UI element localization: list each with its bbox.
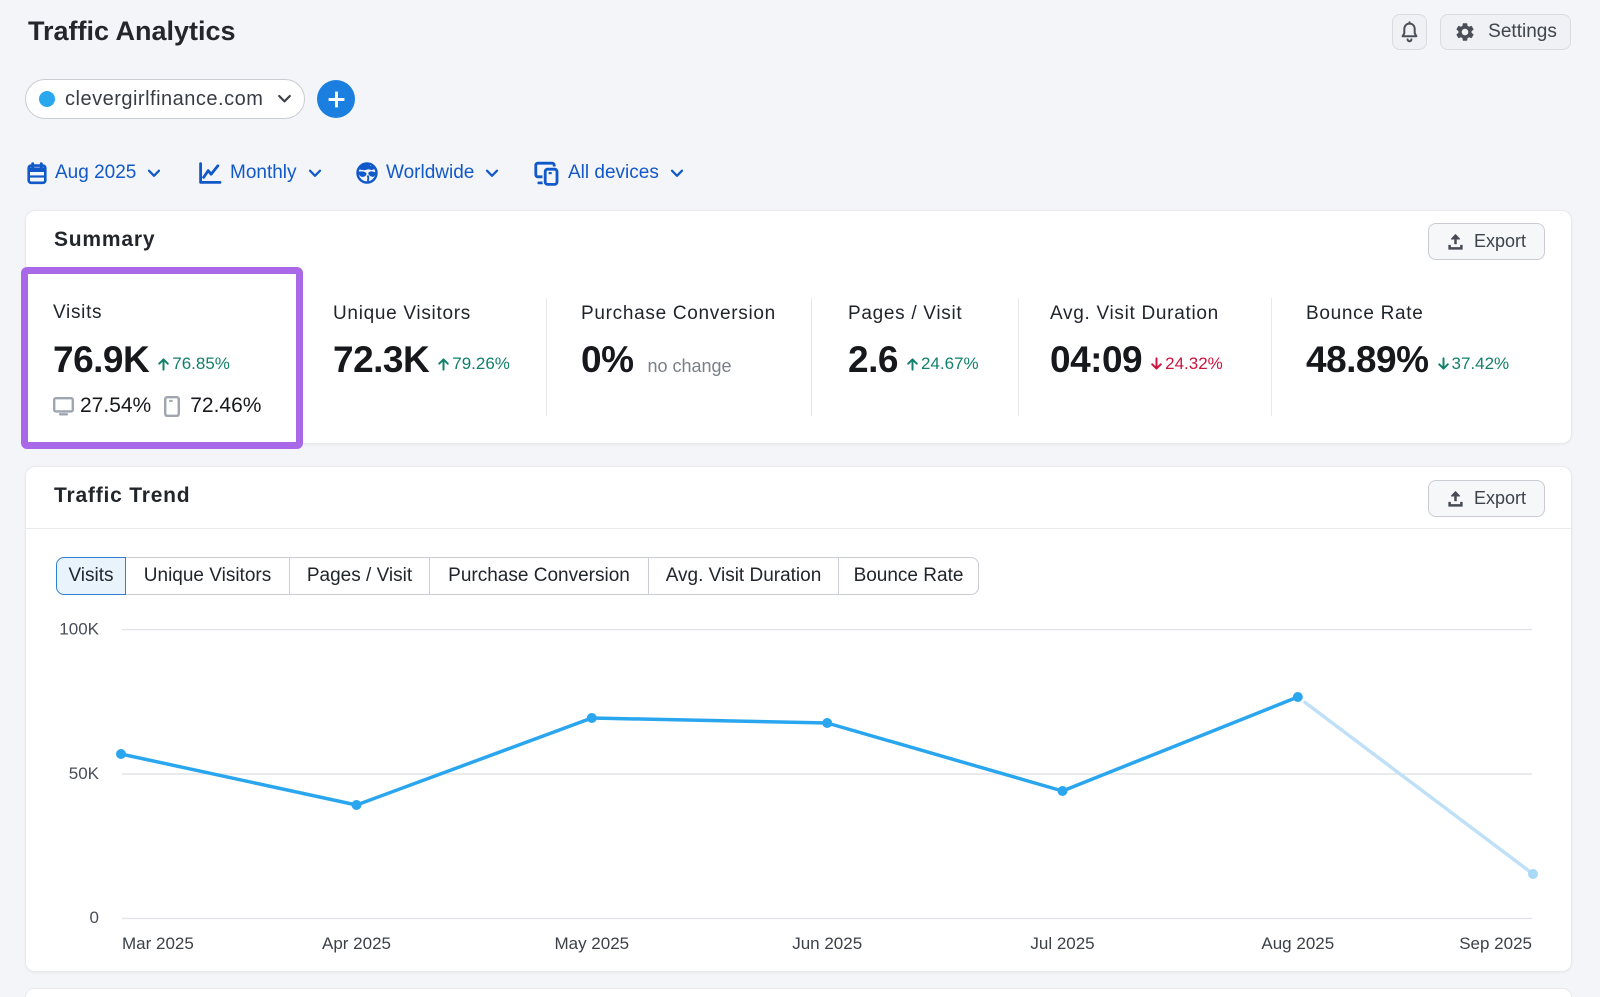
svg-text:Sep 2025: Sep 2025 xyxy=(1459,934,1532,953)
svg-text:50K: 50K xyxy=(69,764,100,783)
svg-text:Apr 2025: Apr 2025 xyxy=(322,934,391,953)
svg-text:Jun 2025: Jun 2025 xyxy=(792,934,862,953)
svg-text:Aug 2025: Aug 2025 xyxy=(1261,934,1334,953)
svg-text:May 2025: May 2025 xyxy=(554,934,629,953)
svg-text:100K: 100K xyxy=(59,619,99,638)
svg-text:Mar 2025: Mar 2025 xyxy=(122,934,194,953)
svg-text:0: 0 xyxy=(90,908,99,927)
svg-text:Jul 2025: Jul 2025 xyxy=(1030,934,1094,953)
